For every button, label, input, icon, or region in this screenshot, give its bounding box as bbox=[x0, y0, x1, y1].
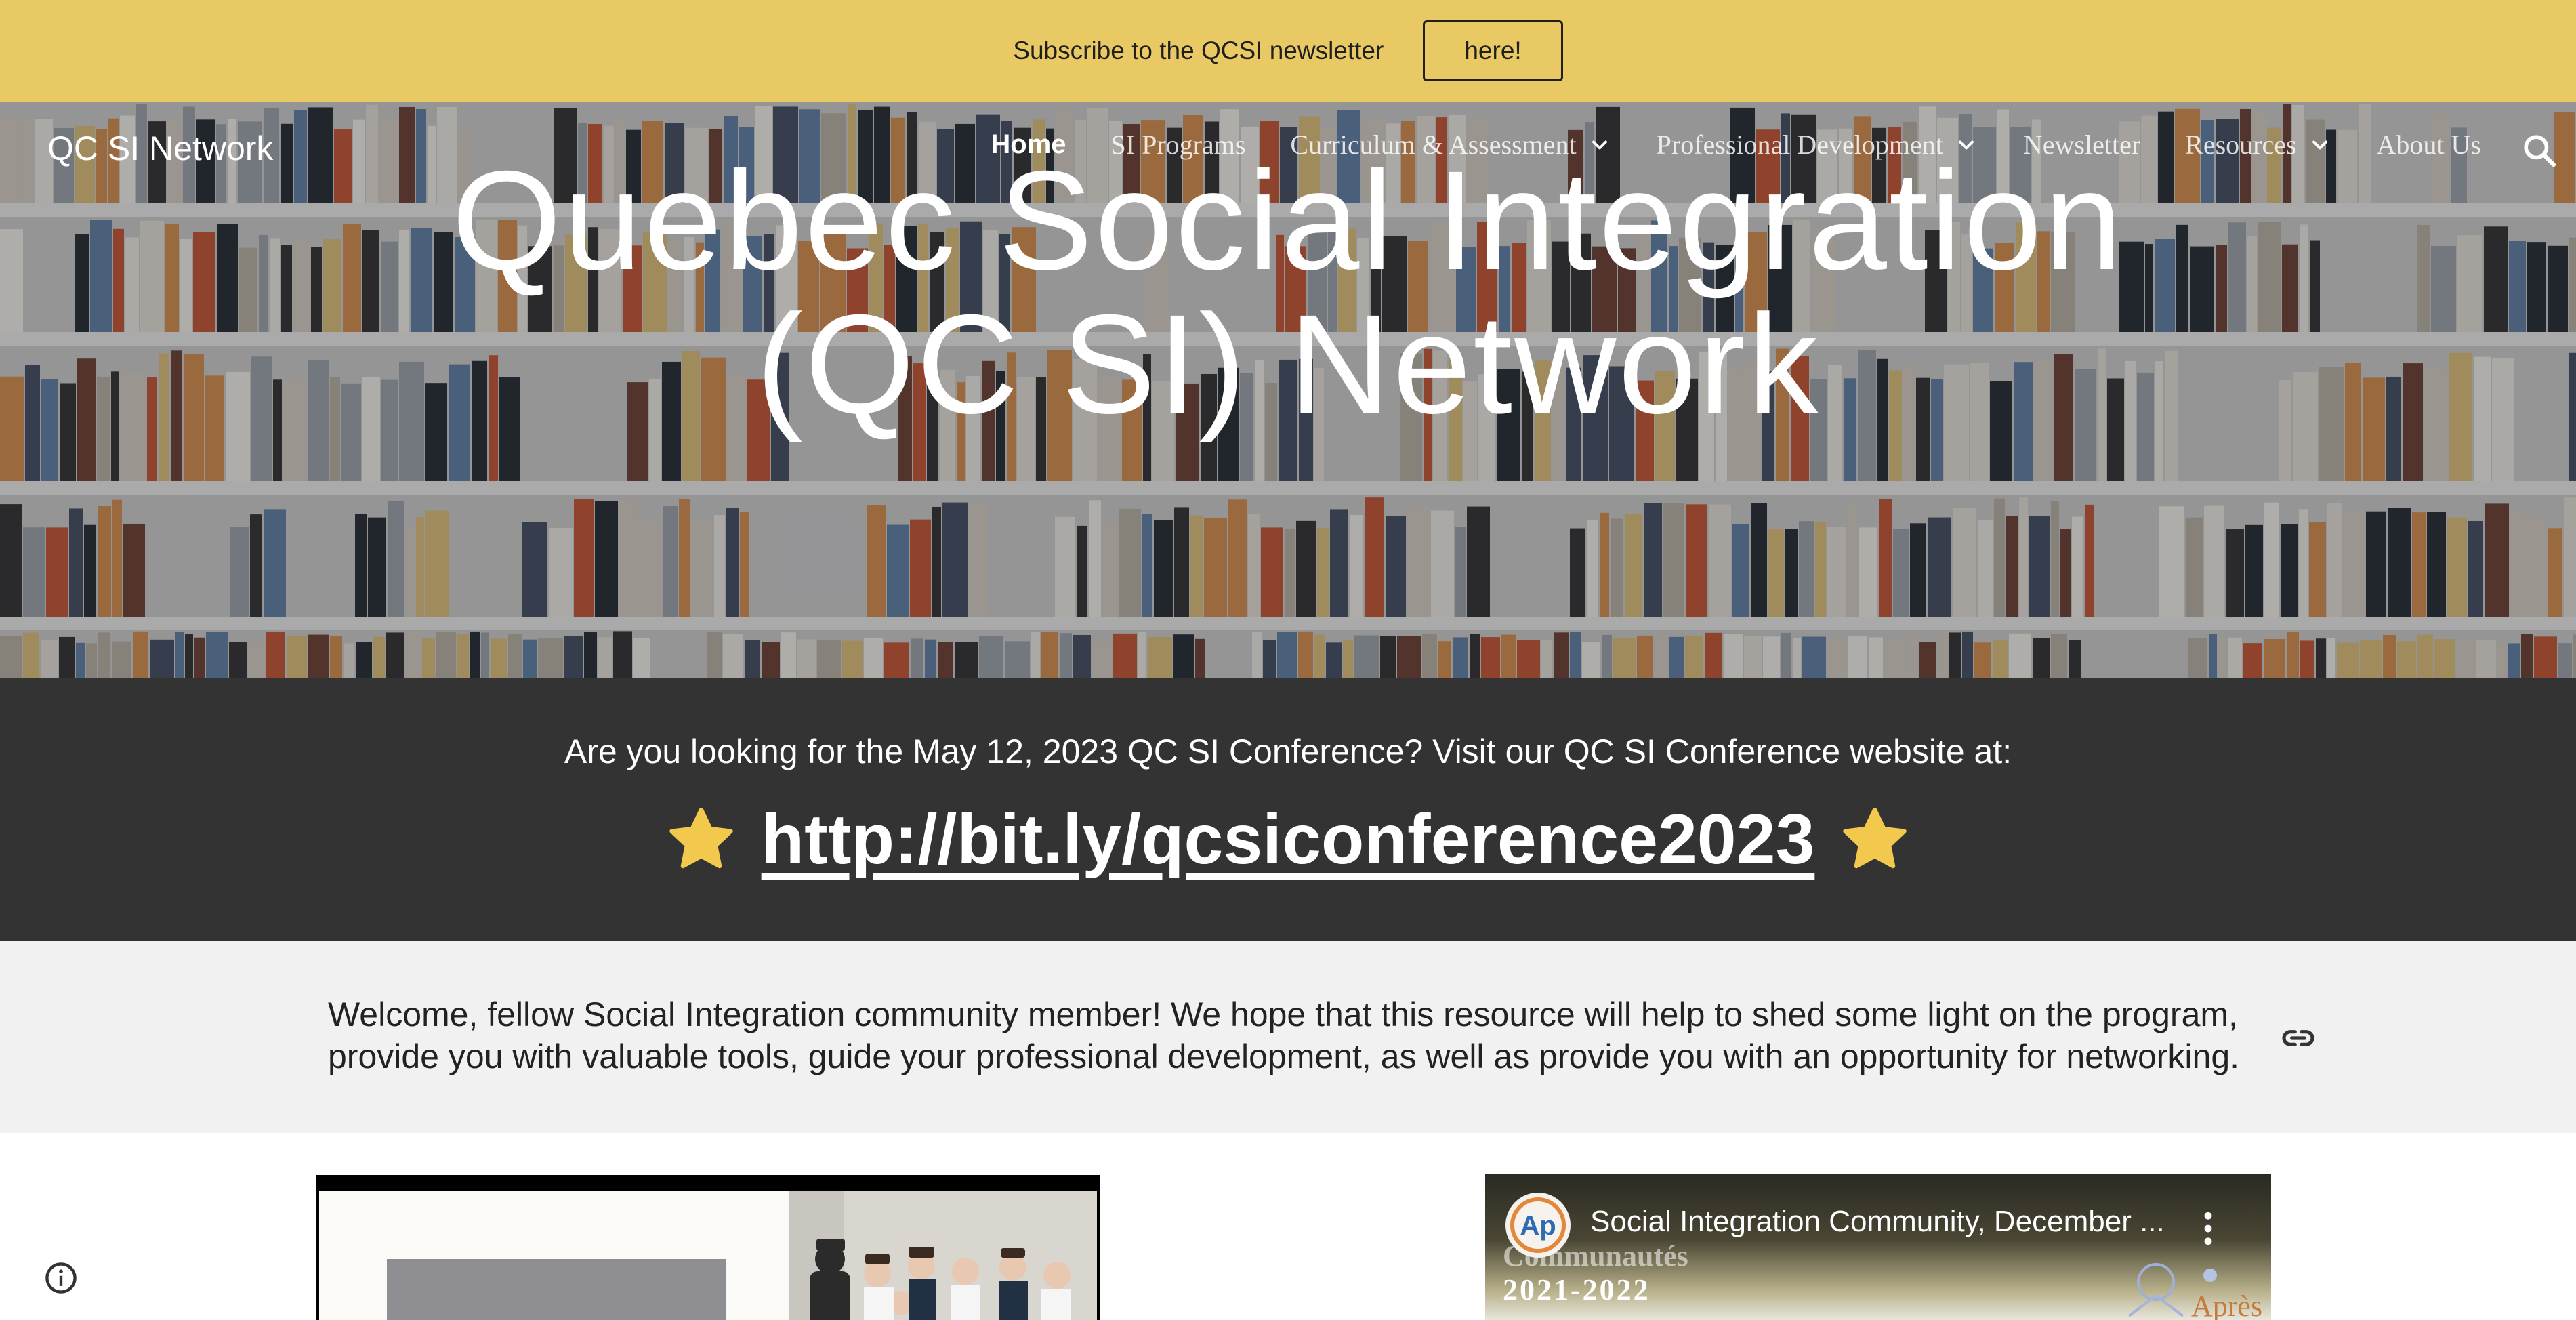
welcome-section: Welcome, fellow Social Integration commu… bbox=[0, 941, 2576, 1133]
star-icon bbox=[1843, 807, 1907, 868]
nav-resources[interactable]: Resources bbox=[2185, 129, 2331, 161]
slide-embed[interactable] bbox=[316, 1175, 1100, 1320]
site-header: QC SI Network Home SI Programs Curriculu… bbox=[0, 102, 2576, 197]
nav-newsletter[interactable]: Newsletter bbox=[2023, 129, 2140, 161]
star-icon bbox=[669, 807, 733, 868]
video-overlay-line2: 2021-2022 bbox=[1503, 1273, 1650, 1306]
chevron-down-icon[interactable] bbox=[2308, 133, 2332, 157]
nav-curriculum-assessment[interactable]: Curriculum & Assessment bbox=[1290, 129, 1611, 161]
video-corner-graphic: Après bbox=[2127, 1263, 2262, 1320]
video-embed[interactable]: Communautés 2021-2022 Après Ap Social In… bbox=[1485, 1174, 2271, 1320]
announcement-text: Subscribe to the QCSI newsletter bbox=[1013, 37, 1384, 64]
nav-professional-development-label: Professional Development bbox=[1656, 129, 1943, 160]
hero-title-line2: (QC SI) Network bbox=[755, 286, 1821, 443]
newsletter-subscribe-button[interactable]: here! bbox=[1423, 20, 1563, 81]
channel-logo-text: Ap bbox=[1520, 1211, 1556, 1241]
main-nav: Home SI Programs Curriculum & Assessment… bbox=[991, 129, 2481, 161]
slide-placeholder bbox=[387, 1259, 726, 1320]
nav-professional-development[interactable]: Professional Development bbox=[1657, 129, 1978, 161]
info-icon[interactable] bbox=[43, 1260, 79, 1296]
group-photo bbox=[789, 1191, 1097, 1320]
conference-link-row: http://bit.ly/qcsiconference2023 bbox=[0, 800, 2576, 880]
chevron-down-icon[interactable] bbox=[1954, 133, 1978, 157]
nav-home[interactable]: Home bbox=[991, 129, 1066, 160]
announcement-bar: Subscribe to the QCSI newsletter here! bbox=[0, 0, 2576, 102]
nav-newsletter-label: Newsletter bbox=[2022, 129, 2141, 160]
nav-resources-label: Resources bbox=[2185, 129, 2297, 160]
nav-about-us[interactable]: About Us bbox=[2377, 129, 2481, 161]
group-photo-illustration bbox=[789, 1191, 1097, 1320]
search-icon[interactable] bbox=[2520, 131, 2558, 169]
site-title[interactable]: QC SI Network bbox=[47, 129, 273, 168]
more-vert-icon[interactable] bbox=[2203, 1212, 2213, 1245]
channel-logo[interactable]: Ap bbox=[1505, 1193, 1571, 1258]
video-corner-text: Après bbox=[2191, 1290, 2262, 1320]
conference-website-link[interactable]: http://bit.ly/qcsiconference2023 bbox=[762, 800, 1815, 880]
video-title[interactable]: Social Integration Community, December .… bbox=[1590, 1205, 2165, 1239]
conference-text: Are you looking for the May 12, 2023 QC … bbox=[564, 733, 2012, 770]
nav-about-us-label: About Us bbox=[2376, 129, 2481, 160]
nav-curriculum-assessment-label: Curriculum & Assessment bbox=[1290, 129, 1577, 160]
conference-banner: Are you looking for the May 12, 2023 QC … bbox=[0, 678, 2576, 941]
nav-home-label: Home bbox=[991, 129, 1066, 159]
welcome-text: Welcome, fellow Social Integration commu… bbox=[328, 995, 2240, 1075]
slide-preview bbox=[319, 1191, 789, 1320]
nav-si-programs[interactable]: SI Programs bbox=[1111, 129, 1246, 161]
link-icon[interactable] bbox=[2279, 1019, 2317, 1057]
chevron-down-icon[interactable] bbox=[1587, 133, 1612, 157]
nav-si-programs-label: SI Programs bbox=[1110, 129, 1246, 160]
channel-logo-graphic: Ap bbox=[1507, 1194, 1569, 1256]
